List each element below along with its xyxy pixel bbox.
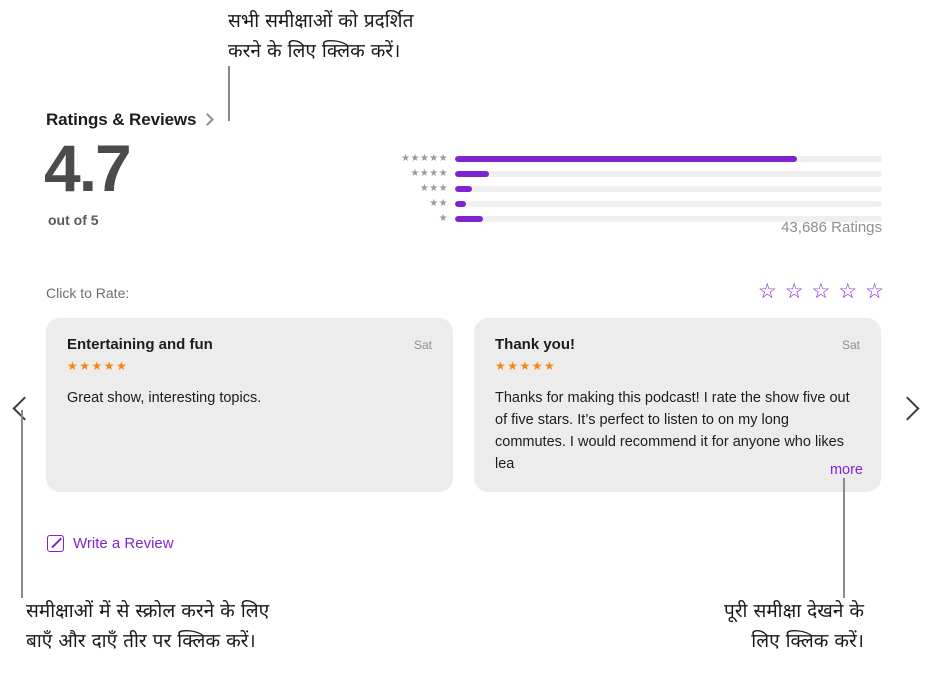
histogram-star-label: ★★ [429,198,448,209]
histogram-star-label: ★★★ [419,183,448,194]
rate-star-3[interactable]: ☆ [812,281,831,302]
histogram-track [455,185,882,192]
histogram-row: ★★ [398,198,882,209]
average-rating-value: 4.7 [44,131,132,205]
review-date: Sat [413,338,432,352]
histogram-fill [455,170,490,177]
rate-star-1[interactable]: ☆ [758,281,777,302]
chevron-right-icon[interactable] [203,113,212,128]
review-body: Great show, interesting topics. [67,390,262,406]
review-card[interactable]: Entertaining and fun Sat ★★★★★ Great sho… [46,318,453,492]
page-title: Ratings & Reviews [46,110,197,129]
review-text-fade [785,458,821,478]
histogram-row: ★★★★ [398,168,882,179]
histogram-row: ★★★★★ [398,153,882,164]
compose-icon [47,535,64,552]
ratings-histogram: ★★★★★ ★★★★ ★★★ ★★ ★ [398,153,882,228]
histogram-star-label: ★ [438,213,448,224]
histogram-fill [455,155,797,162]
ratings-reviews-header[interactable]: Ratings & Reviews [46,110,212,130]
callout-text-bottom-left: समीक्षाओं में से स्क्रोल करने के लिए बाए… [26,600,270,652]
average-rating-block: 4.7 out of 5 [44,131,132,228]
histogram-fill [455,200,466,207]
average-rating-scale: out of 5 [48,212,99,228]
write-a-review-button[interactable]: Write a Review [47,535,174,552]
review-card[interactable]: Thank you! Sat ★★★★★ Thanks for making t… [474,318,881,492]
callout-text-top: सभी समीक्षाओं को प्रदर्शित करने के लिए क… [228,10,414,62]
review-star-rating: ★★★★★ [495,359,557,373]
histogram-track [455,170,882,177]
more-link[interactable]: more [819,462,863,478]
rate-star-5[interactable]: ☆ [865,281,884,302]
chevron-right-icon[interactable] [899,393,917,423]
callout-leader-line-right [843,478,845,598]
write-a-review-label: Write a Review [73,535,174,552]
histogram-track [455,200,882,207]
histogram-track [455,155,882,162]
callout-leader-line-top [228,66,230,121]
review-card-header: Entertaining and fun Sat [67,336,432,353]
review-title: Thank you! [495,336,576,353]
callout-leader-line-left [21,410,23,598]
ratings-reviews-annotated-screenshot: सभी समीक्षाओं को प्रदर्शित करने के लिए क… [0,0,931,673]
histogram-star-label: ★★★★★ [401,153,448,164]
click-to-rate-label: Click to Rate: [46,285,130,301]
click-to-rate-stars[interactable]: ☆ ☆ ☆ ☆ ☆ [758,281,884,302]
rate-star-2[interactable]: ☆ [785,281,804,302]
histogram-row: ★★★ [398,183,882,194]
review-title: Entertaining and fun [67,336,213,353]
rate-star-4[interactable]: ☆ [838,281,857,302]
histogram-star-label: ★★★★ [410,168,448,179]
review-card-header: Thank you! Sat [495,336,860,353]
ratings-count-label: 43,686 Ratings [781,219,882,236]
histogram-fill [455,185,473,192]
review-star-rating: ★★★★★ [67,359,129,373]
review-date: Sat [841,338,860,352]
callout-text-bottom-right: पूरी समीक्षा देखने के लिए क्लिक करें। [723,600,864,652]
histogram-fill [455,215,483,222]
